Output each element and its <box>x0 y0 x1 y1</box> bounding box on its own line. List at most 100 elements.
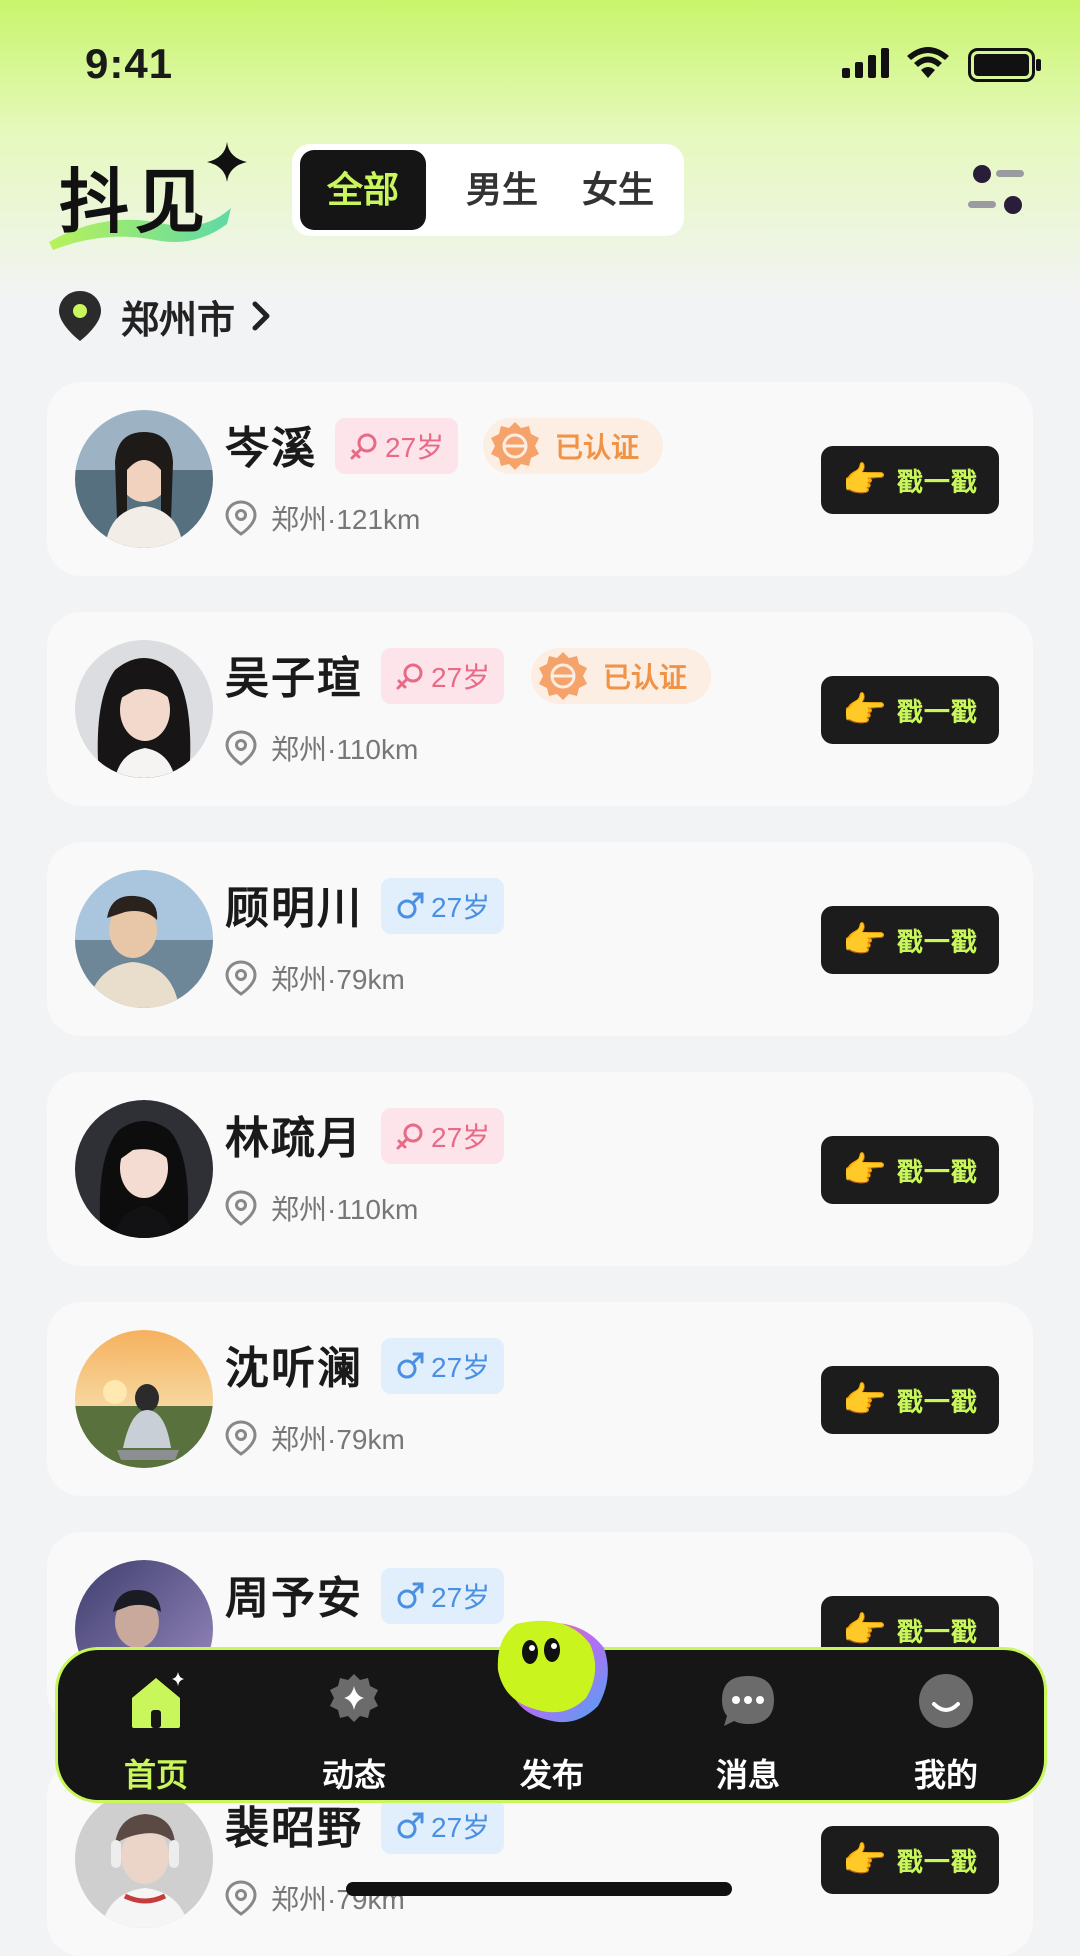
poke-button[interactable]: 👉 戳一戳 <box>821 676 999 744</box>
user-distance: 郑州·110km <box>225 728 418 768</box>
verified-label: 已认证 <box>603 662 688 693</box>
pointing-hand-icon: 👉 <box>842 919 887 960</box>
nav-profile[interactable]: 我的 <box>876 1662 1016 1793</box>
nav-home-label: 首页 <box>123 1757 188 1793</box>
poke-label: 戳一戳 <box>896 466 978 497</box>
home-icon <box>132 1672 184 1728</box>
user-distance: 郑州·110km <box>225 1188 418 1228</box>
poke-button[interactable]: 👉 戳一戳 <box>821 1826 999 1894</box>
verified-seal-icon <box>491 422 539 470</box>
user-card[interactable]: 岑溪 27岁 已认证 郑州·121km 👉 戳一戳 <box>47 382 1033 576</box>
age-badge-male: 27岁 <box>381 1798 505 1854</box>
age-badge-female: 27岁 <box>335 418 459 474</box>
pointing-hand-icon: 👉 <box>842 1149 887 1190</box>
age-badge-female: 27岁 <box>381 648 505 704</box>
poke-label: 戳一戳 <box>896 696 978 727</box>
distance-text: 郑州·79km <box>271 964 405 995</box>
poke-label: 戳一戳 <box>896 1846 978 1877</box>
wifi-icon <box>907 47 949 78</box>
avatar[interactable] <box>75 640 213 778</box>
distance-text: 郑州·110km <box>271 1194 419 1225</box>
pointing-hand-icon: 👉 <box>842 689 887 730</box>
distance-text: 郑州·110km <box>271 734 419 765</box>
female-symbol-icon <box>396 663 423 690</box>
poke-label: 戳一戳 <box>896 1616 978 1647</box>
male-symbol-icon <box>397 1812 424 1839</box>
user-distance: 郑州·121km <box>225 498 420 538</box>
nav-home[interactable]: 首页 <box>86 1662 226 1793</box>
pointing-hand-icon: 👉 <box>842 1379 887 1420</box>
logo-sparkle-icon <box>207 142 247 182</box>
user-name: 岑溪 <box>225 424 317 473</box>
pointing-hand-icon: 👉 <box>842 1609 887 1650</box>
distance-text: 郑州·121km <box>271 504 421 535</box>
profile-icon <box>919 1674 973 1728</box>
user-name: 顾明川 <box>225 884 363 933</box>
poke-button[interactable]: 👉 戳一戳 <box>821 906 999 974</box>
age-text: 27岁 <box>431 1122 491 1153</box>
cellular-signal-icon <box>842 48 889 78</box>
female-symbol-icon <box>396 1123 423 1150</box>
user-card[interactable]: 顾明川 27岁 郑州·79km 👉 戳一戳 <box>47 842 1033 1036</box>
verified-seal-icon <box>539 652 587 700</box>
message-icon <box>722 1676 774 1726</box>
verified-label: 已认证 <box>555 432 640 463</box>
tab-male[interactable]: 男生 <box>452 150 552 230</box>
location-outline-icon <box>225 1880 257 1916</box>
app-logo: 抖见 <box>45 140 255 250</box>
gender-filter-tabs: 全部 男生 女生 <box>292 144 684 236</box>
avatar[interactable] <box>75 1330 213 1468</box>
male-symbol-icon <box>397 1582 424 1609</box>
age-badge-female: 27岁 <box>381 1108 505 1164</box>
age-text: 27岁 <box>431 662 491 693</box>
age-text: 27岁 <box>431 892 491 923</box>
user-card[interactable]: 吴子瑄 27岁 已认证 郑州·110km 👉 戳一戳 <box>47 612 1033 806</box>
tab-female[interactable]: 女生 <box>568 150 668 230</box>
user-name: 吴子瑄 <box>225 654 363 703</box>
battery-icon <box>968 48 1041 82</box>
nav-profile-label: 我的 <box>913 1757 978 1793</box>
user-name: 裴昭野 <box>225 1804 363 1853</box>
blob-mascot-icon[interactable] <box>486 1608 616 1738</box>
male-symbol-icon <box>397 1352 424 1379</box>
age-text: 27岁 <box>431 1582 491 1613</box>
tab-all[interactable]: 全部 <box>300 150 426 230</box>
user-name: 周予安 <box>225 1574 363 1623</box>
location-outline-icon <box>225 960 257 996</box>
age-text: 27岁 <box>431 1352 491 1383</box>
age-text: 27岁 <box>385 432 445 463</box>
female-symbol-icon <box>350 433 377 460</box>
poke-button[interactable]: 👉 戳一戳 <box>821 1136 999 1204</box>
chevron-right-icon <box>252 301 270 331</box>
distance-text: 郑州·79km <box>271 1424 405 1455</box>
user-card[interactable]: 林疏月 27岁 郑州·110km 👉 戳一戳 <box>47 1072 1033 1266</box>
user-name: 沈听澜 <box>225 1344 363 1393</box>
bottom-nav: 首页 动态 发布 消息 我的 <box>58 1620 1044 1800</box>
poke-button[interactable]: 👉 戳一戳 <box>821 1366 999 1434</box>
nav-moments[interactable]: 动态 <box>284 1662 424 1793</box>
avatar[interactable] <box>75 1790 213 1928</box>
avatar[interactable] <box>75 870 213 1008</box>
age-text: 27岁 <box>431 1812 491 1843</box>
avatar[interactable] <box>75 410 213 548</box>
pointing-hand-icon: 👉 <box>842 1839 887 1880</box>
poke-label: 戳一戳 <box>896 926 978 957</box>
user-card[interactable]: 沈听澜 27岁 郑州·79km 👉 戳一戳 <box>47 1302 1033 1496</box>
location-city: 郑州市 <box>121 299 236 342</box>
location-pin-icon <box>59 291 101 341</box>
pointing-hand-icon: 👉 <box>842 459 887 500</box>
user-name: 林疏月 <box>225 1114 363 1163</box>
location-outline-icon <box>225 500 257 536</box>
nav-messages[interactable]: 消息 <box>678 1662 818 1793</box>
age-badge-male: 27岁 <box>381 878 505 934</box>
nav-moments-label: 动态 <box>321 1757 386 1793</box>
age-badge-male: 27岁 <box>381 1338 505 1394</box>
verified-badge: 已认证 <box>531 648 712 704</box>
avatar[interactable] <box>75 1100 213 1238</box>
poke-button[interactable]: 👉 戳一戳 <box>821 446 999 514</box>
poke-label: 戳一戳 <box>896 1156 978 1187</box>
location-outline-icon <box>225 1190 257 1226</box>
location-selector[interactable]: 郑州市 <box>57 288 273 344</box>
nav-publish-label: 发布 <box>519 1757 584 1793</box>
filter-settings-icon[interactable] <box>966 162 1026 218</box>
